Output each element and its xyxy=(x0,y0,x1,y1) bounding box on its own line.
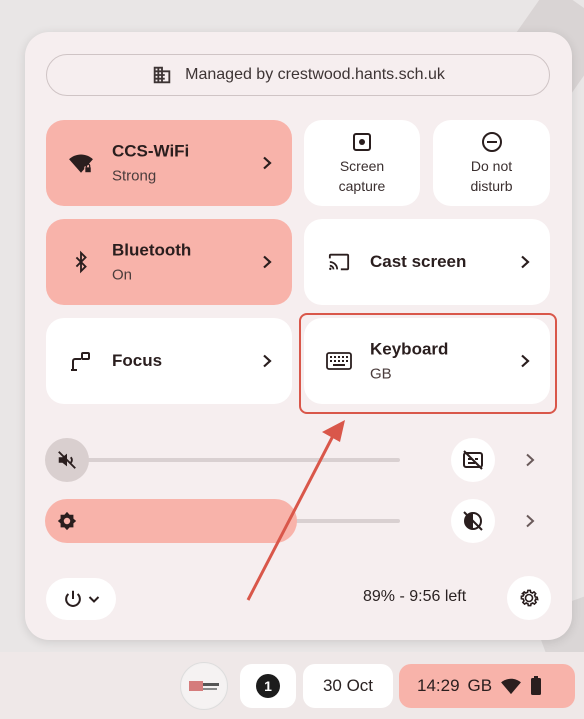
cast-screen-title: Cast screen xyxy=(370,252,467,271)
wifi-tile-text: CCS-WiFi Strong xyxy=(112,142,189,185)
screen-capture-tile[interactable]: Screen capture xyxy=(304,120,420,206)
clock-time: 14:29 xyxy=(417,676,460,695)
bluetooth-status: On xyxy=(112,266,133,284)
battery-icon xyxy=(531,676,542,695)
date-label: 30 Oct xyxy=(322,676,374,695)
cast-icon xyxy=(326,249,352,275)
bluetooth-tile-text: Bluetooth On xyxy=(112,241,191,284)
input-method-indicator: GB xyxy=(467,676,493,695)
cast-tile-text: Cast screen xyxy=(370,252,466,272)
captions-off-icon xyxy=(463,450,483,470)
focus-icon xyxy=(68,348,94,374)
date-tray[interactable]: 30 Oct xyxy=(303,664,393,708)
focus-tile-text: Focus xyxy=(112,351,162,371)
do-not-disturb-tile[interactable]: Do not disturb xyxy=(433,120,550,206)
volume-slider-track[interactable] xyxy=(85,458,400,462)
power-menu-button[interactable] xyxy=(46,578,116,620)
chevron-right-icon[interactable] xyxy=(523,453,537,467)
settings-button[interactable] xyxy=(507,576,551,620)
chevron-right-icon[interactable] xyxy=(523,514,537,528)
wifi-icon xyxy=(501,678,522,695)
night-light-off-icon xyxy=(463,511,483,531)
chevron-right-icon[interactable] xyxy=(260,354,274,368)
screen-capture-icon xyxy=(353,133,371,151)
volume-muted-icon xyxy=(58,451,76,469)
cast-screen-tile[interactable]: Cast screen xyxy=(304,219,550,305)
volume-slider-handle[interactable] xyxy=(45,438,89,482)
audio-output-button[interactable] xyxy=(451,438,495,482)
power-icon xyxy=(65,590,81,607)
night-light-button[interactable] xyxy=(451,499,495,543)
bluetooth-icon xyxy=(68,249,94,275)
notification-count: 1 xyxy=(256,674,280,698)
brightness-slider-handle[interactable] xyxy=(45,499,89,543)
status-tray[interactable]: 14:29 GB xyxy=(399,664,575,708)
wifi-signal-strength: Strong xyxy=(112,167,157,185)
chevron-right-icon[interactable] xyxy=(260,156,274,170)
screen-capture-label-line1: Screen xyxy=(339,158,385,174)
wifi-network-name: CCS-WiFi xyxy=(112,141,190,161)
brightness-icon xyxy=(57,511,77,531)
focus-title: Focus xyxy=(112,351,163,370)
wifi-locked-icon xyxy=(68,150,94,176)
keyboard-tile-highlight xyxy=(299,313,557,414)
gear-icon xyxy=(520,589,539,607)
bluetooth-tile[interactable]: Bluetooth On xyxy=(46,219,292,305)
managed-device-banner[interactable]: Managed by crestwood.hants.sch.uk xyxy=(46,54,550,96)
bluetooth-title: Bluetooth xyxy=(112,240,192,260)
do-not-disturb-label-line2: disturb xyxy=(470,178,513,194)
screen-capture-label-line2: capture xyxy=(338,178,386,194)
chevron-down-icon xyxy=(88,596,100,603)
wifi-tile[interactable]: CCS-WiFi Strong xyxy=(46,120,292,206)
managed-label: Managed by crestwood.hants.sch.uk xyxy=(185,66,445,83)
notification-counter[interactable]: 1 xyxy=(240,664,296,708)
do-not-disturb-label-line1: Do not xyxy=(470,158,513,174)
do-not-disturb-icon xyxy=(481,132,502,152)
building-icon xyxy=(153,66,171,84)
chevron-right-icon[interactable] xyxy=(260,255,274,269)
focus-tile[interactable]: Focus xyxy=(46,318,292,404)
account-avatar[interactable] xyxy=(180,662,228,710)
chevron-right-icon[interactable] xyxy=(518,255,532,269)
battery-status: 89% - 9:56 left xyxy=(363,588,467,605)
school-logo-icon xyxy=(182,664,226,708)
